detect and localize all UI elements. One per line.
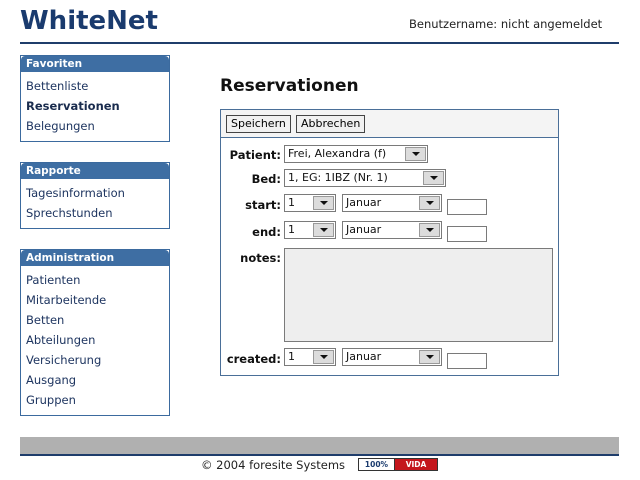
sidebar-item-ausgang[interactable]: Ausgang	[26, 370, 169, 390]
sidebar-panel-rapporte: Rapporte Tagesinformation Sprechstunden	[20, 162, 170, 229]
sidebar-item-versicherung[interactable]: Versicherung	[26, 350, 169, 370]
sidebar-item-patienten[interactable]: Patienten	[26, 270, 169, 290]
end-label: end:	[252, 225, 281, 239]
sidebar-item-abteilungen[interactable]: Abteilungen	[26, 330, 169, 350]
created-year-input[interactable]	[447, 353, 487, 369]
cancel-button[interactable]: Abbrechen	[296, 115, 366, 133]
chevron-down-icon	[313, 350, 334, 364]
header-divider	[20, 42, 619, 44]
bed-select-value: 1, EG: 1IBZ (Nr. 1)	[288, 171, 388, 184]
page-title: Reservationen	[220, 76, 359, 96]
sidebar-item-sprechstunden[interactable]: Sprechstunden	[26, 203, 169, 223]
panel-title-favoriten: Favoriten	[21, 56, 169, 72]
notes-label: notes:	[240, 251, 281, 265]
sidebar-panel-favoriten: Favoriten Bettenliste Reservationen Bele…	[20, 55, 170, 142]
sidebar-item-belegungen[interactable]: Belegungen	[26, 116, 169, 136]
start-year-input[interactable]	[447, 199, 487, 215]
sidebar-item-reservationen[interactable]: Reservationen	[26, 96, 169, 116]
form-toolbar: Speichern Abbrechen	[221, 110, 558, 138]
sidebar-item-mitarbeitende[interactable]: Mitarbeitende	[26, 290, 169, 310]
start-day-select[interactable]: 1	[284, 194, 336, 212]
chevron-down-icon	[419, 350, 440, 364]
sidebar-panel-administration: Administration Patienten Mitarbeitende B…	[20, 249, 170, 416]
end-day-select[interactable]: 1	[284, 221, 336, 239]
created-day-select[interactable]: 1	[284, 348, 336, 366]
sidebar-item-bettenliste[interactable]: Bettenliste	[26, 76, 169, 96]
chevron-down-icon	[313, 196, 334, 210]
badge-left-text: 100%	[359, 459, 395, 470]
start-label: start:	[245, 198, 281, 212]
chevron-down-icon	[419, 223, 440, 237]
panel-title-administration: Administration	[21, 250, 169, 266]
save-button[interactable]: Speichern	[226, 115, 291, 133]
app-title: WhiteNet	[20, 6, 158, 36]
end-year-input[interactable]	[447, 226, 487, 242]
user-status: Benutzername: nicht angemeldet	[409, 17, 603, 31]
end-day-value: 1	[288, 223, 295, 236]
start-month-value: Januar	[346, 196, 382, 209]
footer-divider	[20, 454, 619, 456]
end-month-select[interactable]: Januar	[342, 221, 442, 239]
badge-right-text: VIDA	[395, 459, 437, 470]
reservation-form: Speichern Abbrechen Patient: Frei, Alexa…	[220, 109, 559, 376]
bed-label: Bed:	[251, 172, 281, 186]
created-day-value: 1	[288, 350, 295, 363]
chevron-down-icon	[423, 171, 444, 185]
vida-badge[interactable]: 100% VIDA	[358, 458, 438, 471]
created-month-select[interactable]: Januar	[342, 348, 442, 366]
start-day-value: 1	[288, 196, 295, 209]
patient-select-value: Frei, Alexandra (f)	[288, 147, 387, 160]
panel-title-rapporte: Rapporte	[21, 163, 169, 179]
created-month-value: Januar	[346, 350, 382, 363]
bed-select[interactable]: 1, EG: 1IBZ (Nr. 1)	[284, 169, 446, 187]
copyright-text: © 2004 foresite Systems	[201, 458, 346, 472]
footer-bar	[20, 437, 619, 454]
end-month-value: Januar	[346, 223, 382, 236]
chevron-down-icon	[405, 147, 426, 161]
sidebar-item-betten[interactable]: Betten	[26, 310, 169, 330]
sidebar-item-gruppen[interactable]: Gruppen	[26, 390, 169, 410]
patient-select[interactable]: Frei, Alexandra (f)	[284, 145, 428, 163]
chevron-down-icon	[313, 223, 334, 237]
chevron-down-icon	[419, 196, 440, 210]
sidebar-item-tagesinformation[interactable]: Tagesinformation	[26, 183, 169, 203]
start-month-select[interactable]: Januar	[342, 194, 442, 212]
created-label: created:	[226, 352, 281, 366]
notes-textarea[interactable]	[284, 248, 553, 342]
patient-label: Patient:	[229, 148, 281, 162]
